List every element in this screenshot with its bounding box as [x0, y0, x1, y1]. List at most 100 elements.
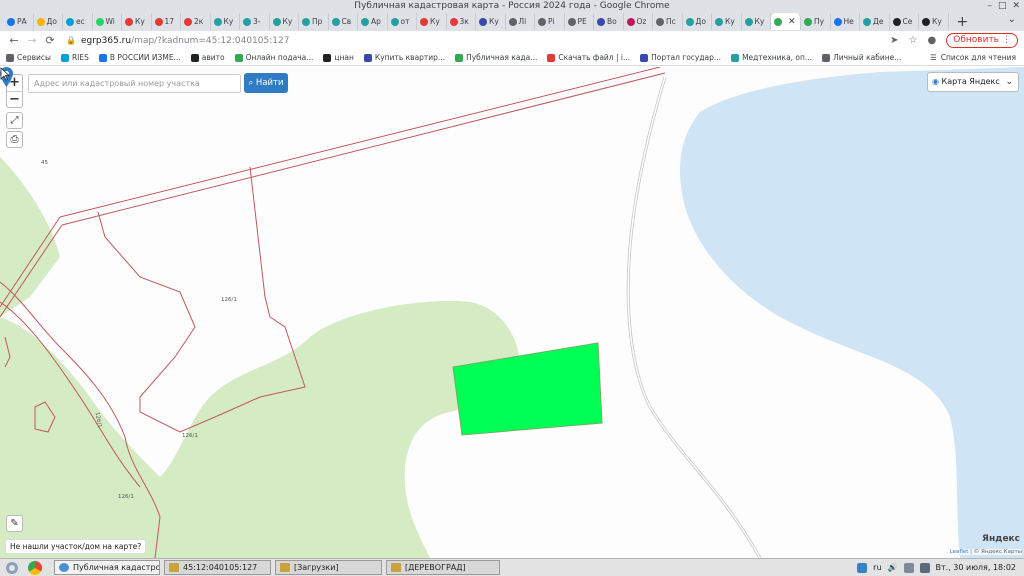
tab[interactable]: 17 [152, 13, 181, 30]
tab[interactable]: Пу [801, 13, 831, 30]
tab[interactable]: 3- [240, 13, 270, 30]
tab[interactable]: ec [63, 13, 93, 30]
bookmark-item[interactable]: Онлайн подача... [234, 53, 313, 62]
tab[interactable]: До [34, 13, 63, 30]
tab[interactable]: Лі [506, 13, 535, 30]
tab-close-icon[interactable]: ✕ [788, 17, 796, 27]
tab[interactable]: Во [594, 13, 624, 30]
chrome-launcher-icon[interactable] [28, 560, 42, 575]
send-icon[interactable]: ➤ [890, 35, 898, 46]
address-bar[interactable]: 🔒 egrp365.ru/map/?kadnum=45:12:040105:12… [66, 32, 890, 49]
bookmark-item[interactable]: Публичная када... [455, 53, 537, 62]
bookmark-favicon-icon [323, 53, 332, 62]
taskbar: Публичная кадастровая ... 45:12:040105:12… [0, 558, 1024, 576]
start-menu-button[interactable] [2, 560, 22, 576]
tab[interactable]: До [683, 13, 712, 30]
window-controls: – □ ✕ [987, 0, 1020, 12]
tab[interactable]: 3к [447, 13, 476, 30]
tab[interactable]: Ку [122, 13, 152, 30]
tab-active[interactable]: ✕ [771, 13, 801, 30]
tab[interactable]: РЕ [565, 13, 594, 30]
reload-icon[interactable]: ⟳ [42, 34, 58, 47]
water-area [680, 67, 1024, 558]
chevron-down-icon: ⌄ [1005, 77, 1013, 87]
tab[interactable]: Wi [93, 13, 122, 30]
tab[interactable]: Де [860, 13, 890, 30]
bookmark-item[interactable]: Сервисы [6, 53, 51, 62]
tab-favicon-icon [538, 17, 546, 26]
tab[interactable]: Рі [535, 13, 565, 30]
tab[interactable]: Ку [742, 13, 771, 30]
clock[interactable]: Вт., 30 июля, 18:02 [936, 563, 1017, 572]
bookmark-item[interactable]: авито [190, 53, 225, 62]
tab-search-icon[interactable]: ⌄ [1008, 14, 1016, 25]
tab[interactable]: РА [4, 13, 34, 30]
tab-label: Во [607, 17, 617, 26]
taskbar-task[interactable]: [Загрузки] [275, 560, 382, 575]
zoom-out-button[interactable]: − [7, 91, 22, 107]
tab[interactable]: Ар [358, 13, 388, 30]
measure-button[interactable]: ✎ [6, 515, 23, 532]
cadastral-search-input[interactable] [28, 74, 241, 93]
fullscreen-button[interactable]: ⤢ [6, 112, 23, 129]
tab-label: Ку [754, 17, 765, 26]
tab-label: от [400, 17, 410, 26]
network-icon[interactable] [857, 562, 868, 573]
maximize-icon[interactable]: □ [998, 0, 1007, 12]
taskbar-task[interactable]: [ДЕРЕВОГРАД] [386, 560, 500, 575]
tab[interactable]: от [388, 13, 417, 30]
display-icon[interactable] [903, 562, 914, 573]
close-window-icon[interactable]: ✕ [1012, 0, 1020, 12]
tab-favicon-icon [567, 17, 576, 26]
map-canvas[interactable] [0, 67, 1024, 558]
battery-icon[interactable] [919, 562, 930, 573]
tab[interactable]: Пс [653, 13, 683, 30]
bookmark-favicon-icon [547, 53, 556, 62]
not-found-link[interactable]: Не нашли участок/дом на карте? [5, 539, 147, 554]
tab-label: Лі [518, 17, 527, 26]
bookmark-item[interactable]: В РОССИИ ИЗМЕ... [98, 53, 181, 62]
reading-list-button[interactable]: ☰ Список для чтения [930, 53, 1016, 62]
bookmark-label: RIES [71, 53, 89, 62]
keyboard-layout[interactable]: ru [873, 563, 881, 572]
tab[interactable]: Ку [211, 13, 240, 30]
back-icon[interactable]: ← [6, 34, 22, 47]
bookmark-item[interactable]: Портал государ... [640, 53, 721, 62]
tab-label: Не [843, 17, 854, 26]
lock-icon[interactable]: 🔒 [66, 36, 76, 45]
bookmark-item[interactable]: Медтехника, оп... [731, 53, 812, 62]
bookmark-item[interactable]: Купить квартир... [363, 53, 445, 62]
taskbar-task[interactable]: Публичная кадастровая ... [54, 560, 160, 575]
tab[interactable]: Не [831, 13, 860, 30]
map-area[interactable]: 45 126/1 126/1 126/1 126/1 + − ⤢ ⎙ ⌕ Най… [0, 67, 1024, 558]
new-tab-icon[interactable]: + [957, 14, 969, 30]
bookmark-item[interactable]: цнан [323, 53, 354, 62]
search-button[interactable]: ⌕ Найти [244, 73, 288, 93]
forward-icon[interactable]: → [24, 34, 40, 47]
plot-label: 126/1 [182, 433, 198, 439]
profile-icon[interactable]: ● [928, 35, 937, 46]
tab[interactable]: Оz [624, 13, 653, 30]
tab[interactable]: Ку [712, 13, 742, 30]
bookmark-item[interactable]: RIES [60, 53, 89, 62]
tab[interactable]: Ку [919, 13, 949, 30]
tab[interactable]: 2к [181, 13, 211, 30]
leaflet-link[interactable]: Leaflet [950, 549, 969, 555]
tab[interactable]: Св [329, 13, 358, 30]
tab[interactable]: Ку [417, 13, 447, 30]
volume-icon[interactable]: 🔊 [888, 563, 898, 572]
tab[interactable]: Се [890, 13, 919, 30]
map-layer-select[interactable]: ◉ Карта Яндекс ⌄ [927, 72, 1019, 92]
print-button[interactable]: ⎙ [6, 131, 23, 148]
update-button[interactable]: Обновить ⋮ [946, 33, 1018, 48]
bookmark-item[interactable]: Личный кабине... [822, 53, 901, 62]
minimize-icon[interactable]: – [987, 0, 992, 12]
tab[interactable]: Ку [476, 13, 506, 30]
bookmark-item[interactable]: Скачать файл | i... [547, 53, 630, 62]
reading-list-label: Список для чтения [940, 53, 1016, 62]
tab[interactable]: Пр [299, 13, 329, 30]
attribution-text: | © Яндекс.Карты [968, 549, 1022, 555]
tab[interactable]: Ку [270, 13, 299, 30]
bookmark-star-icon[interactable]: ☆ [909, 35, 918, 46]
taskbar-task[interactable]: 45:12:040105:127 [164, 560, 271, 575]
